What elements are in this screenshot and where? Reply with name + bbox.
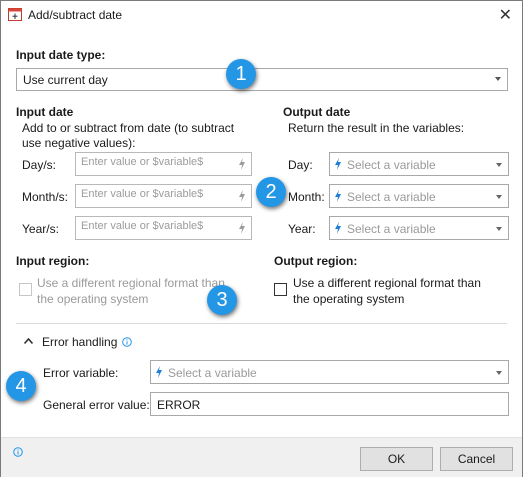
output-date-description: Return the result in the variables: bbox=[288, 121, 465, 135]
output-month-variable-select[interactable]: Select a variable bbox=[329, 184, 509, 208]
years-label: Year/s: bbox=[22, 222, 59, 236]
badge-4: 4 bbox=[6, 371, 36, 401]
input-region-checkbox[interactable] bbox=[19, 283, 32, 296]
output-year-variable-select[interactable]: Select a variable bbox=[329, 216, 509, 240]
info-icon[interactable] bbox=[13, 447, 23, 457]
days-label: Day/s: bbox=[22, 158, 57, 172]
error-variable-placeholder: Select a variable bbox=[168, 366, 257, 380]
window-title: Add/subtract date bbox=[28, 8, 123, 22]
years-field[interactable] bbox=[75, 216, 252, 240]
output-region-checkbox-label-line2: the operating system bbox=[293, 292, 405, 306]
lightning-icon bbox=[335, 158, 341, 170]
days-field[interactable] bbox=[75, 152, 252, 176]
years-input[interactable] bbox=[81, 220, 230, 232]
title-bar: Add/subtract date ✕ bbox=[1, 1, 522, 29]
error-handling-toggle[interactable]: Error handling bbox=[42, 335, 117, 349]
output-day-placeholder: Select a variable bbox=[347, 158, 436, 172]
input-region-heading: Input region: bbox=[16, 254, 90, 268]
input-date-heading: Input date bbox=[16, 105, 74, 119]
divider bbox=[16, 323, 507, 324]
general-error-value-label: General error value: bbox=[43, 398, 150, 412]
output-day-variable-select[interactable]: Select a variable bbox=[329, 152, 509, 176]
output-region-checkbox-label-line1: Use a different regional format than bbox=[293, 276, 481, 290]
input-region-checkbox-label-line1: Use a different regional format than bbox=[37, 276, 225, 290]
chevron-down-icon bbox=[496, 195, 502, 199]
lightning-icon[interactable] bbox=[238, 222, 246, 234]
close-icon[interactable]: ✕ bbox=[499, 5, 512, 25]
chevron-up-icon[interactable] bbox=[24, 338, 33, 344]
lightning-icon bbox=[156, 366, 162, 378]
calendar-app-icon bbox=[8, 8, 22, 21]
output-month-placeholder: Select a variable bbox=[347, 190, 436, 204]
add-subtract-date-dialog: Add/subtract date ✕ Input date type: Use… bbox=[0, 0, 523, 477]
output-date-heading: Output date bbox=[283, 105, 351, 119]
output-region-checkbox[interactable] bbox=[274, 283, 287, 296]
ok-button[interactable]: OK bbox=[360, 447, 433, 471]
months-label: Month/s: bbox=[22, 190, 69, 204]
output-year-label: Year: bbox=[288, 222, 316, 236]
input-date-description-line2: use negative values): bbox=[22, 136, 136, 150]
input-date-type-label: Input date type: bbox=[16, 48, 106, 62]
output-year-placeholder: Select a variable bbox=[347, 222, 436, 236]
output-month-label: Month: bbox=[288, 190, 325, 204]
chevron-down-icon bbox=[496, 163, 502, 167]
input-region-checkbox-label-line2: the operating system bbox=[37, 292, 149, 306]
days-input[interactable] bbox=[81, 156, 230, 168]
badge-3: 3 bbox=[207, 285, 237, 315]
lightning-icon[interactable] bbox=[238, 158, 246, 170]
general-error-value-input[interactable]: ERROR bbox=[150, 392, 509, 416]
output-day-label: Day: bbox=[288, 158, 313, 172]
dialog-footer: OK Cancel bbox=[1, 437, 522, 477]
chevron-down-icon bbox=[496, 227, 502, 231]
error-variable-label: Error variable: bbox=[43, 366, 119, 380]
lightning-icon[interactable] bbox=[238, 190, 246, 202]
chevron-down-icon bbox=[495, 77, 501, 81]
badge-2: 2 bbox=[256, 177, 286, 207]
lightning-icon bbox=[335, 190, 341, 202]
output-region-heading: Output region: bbox=[274, 254, 358, 268]
months-field[interactable] bbox=[75, 184, 252, 208]
badge-1: 1 bbox=[226, 59, 256, 89]
general-error-value-text: ERROR bbox=[157, 398, 201, 412]
input-date-description-line1: Add to or subtract from date (to subtrac… bbox=[22, 121, 235, 135]
input-date-type-dropdown[interactable]: Use current day bbox=[16, 68, 508, 91]
chevron-down-icon bbox=[496, 371, 502, 375]
months-input[interactable] bbox=[81, 188, 230, 200]
input-date-type-value: Use current day bbox=[23, 73, 108, 87]
lightning-icon bbox=[335, 222, 341, 234]
error-variable-select[interactable]: Select a variable bbox=[150, 360, 509, 384]
cancel-button[interactable]: Cancel bbox=[440, 447, 513, 471]
info-icon[interactable] bbox=[122, 337, 132, 347]
